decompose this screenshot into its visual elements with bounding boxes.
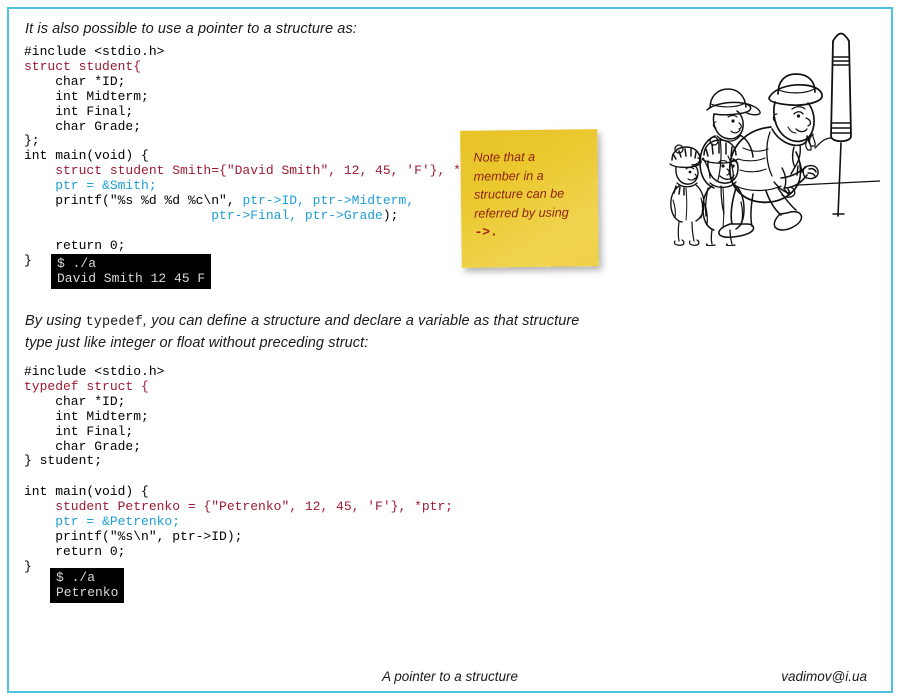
code-span: } student; xyxy=(24,453,103,469)
code-line: student Petrenko = {"Petrenko", 12, 45, … xyxy=(24,498,454,515)
sticky-note-line-4: referred by using xyxy=(474,205,569,221)
code-span: struct student Smith={"David Smith", 12,… xyxy=(24,163,493,179)
code-line: return 0; xyxy=(24,237,492,254)
code-line: #include <stdio.h> xyxy=(24,364,165,380)
code-span: } xyxy=(24,252,32,268)
code-block-typedef-struct: #include <stdio.h> typedef struct { char … xyxy=(24,364,165,469)
code-line: int Final; xyxy=(24,103,492,120)
code-span: char *ID; xyxy=(24,73,126,89)
code-span: char Grade; xyxy=(24,118,142,134)
code-span: char Grade; xyxy=(24,438,142,454)
terminal-output-petrenko: $ ./a Petrenko xyxy=(50,568,125,603)
sticky-note: Note that a member in a structure can be… xyxy=(460,129,599,268)
intro-paragraph: It is also possible to use a pointer to … xyxy=(25,21,357,37)
terminal-result: David Smith 12 45 F xyxy=(57,271,206,286)
sticky-note-text: Note that a member in a structure can be… xyxy=(473,147,586,242)
code-span: ptr = &Petrenko; xyxy=(24,513,181,529)
code-line: return 0; xyxy=(24,543,453,560)
terminal-command: $ ./a xyxy=(57,256,97,271)
code-span: int main(void) { xyxy=(24,484,149,499)
code-span: int main(void) { xyxy=(24,148,149,164)
code-line: typedef struct { xyxy=(24,378,164,395)
code-line: struct student Smith={"David Smith", 12,… xyxy=(24,163,493,179)
code-line: ptr->Final, ptr->Grade); xyxy=(24,207,492,224)
code-line: int Final; xyxy=(24,423,164,440)
code-line: char Grade; xyxy=(24,438,164,455)
slide-canvas: It is also possible to use a pointer to … xyxy=(0,0,900,700)
code-line: int Midterm; xyxy=(24,88,492,105)
code-span: printf("%s %d %d %c\n", xyxy=(24,193,243,209)
sticky-note-arrow-operator: ->. xyxy=(474,224,498,240)
code-line: } student; xyxy=(24,453,164,469)
sticky-note-line-1: Note that a xyxy=(473,149,536,165)
code-span: int Midterm; xyxy=(24,408,149,424)
code-span: #include <stdio.h> xyxy=(24,44,165,59)
code-span: student Petrenko = {"Petrenko", 12, 45, … xyxy=(24,498,454,514)
code-span: return 0; xyxy=(24,543,126,559)
sticky-note-line-3: structure can be xyxy=(473,186,565,202)
code-span: int Final; xyxy=(24,103,134,119)
sticky-note-line-2: member in a xyxy=(473,168,544,184)
code-line: int Midterm; xyxy=(24,408,164,425)
code-span: int Midterm; xyxy=(24,88,149,104)
code-span: char *ID; xyxy=(24,393,126,409)
code-span: int Final; xyxy=(24,423,134,439)
firework-cartoon-illustration xyxy=(648,28,881,247)
code-line: printf("%s %d %d %c\n", ptr->ID, ptr->Mi… xyxy=(24,193,492,209)
code-line: }; xyxy=(24,133,492,149)
code-line: int main(void) { xyxy=(24,148,492,164)
code-span: ptr = &Smith; xyxy=(24,178,157,194)
code-line: ptr = &Petrenko; xyxy=(24,513,453,530)
code-span: #include <stdio.h> xyxy=(24,364,165,379)
code-line: printf("%s\n", ptr->ID); xyxy=(24,528,453,545)
code-line: ptr = &Smith; xyxy=(24,178,492,194)
terminal-output-david-smith: $ ./a David Smith 12 45 F xyxy=(51,254,212,289)
code-span: typedef struct { xyxy=(24,378,149,394)
code-line: char *ID; xyxy=(24,73,492,90)
typedef-paragraph-before: By using xyxy=(25,313,86,329)
code-span: ptr->ID, ptr->Midterm, xyxy=(242,193,415,209)
code-span: ptr->Final, ptr->Grade xyxy=(211,207,383,223)
footer-email: vadimov@i.ua xyxy=(781,669,867,684)
code-block-typedef-main: int main(void) { student Petrenko = {"Pe… xyxy=(24,484,454,574)
code-span: struct student{ xyxy=(24,58,142,74)
typedef-keyword: typedef xyxy=(85,315,143,330)
footer-title: A pointer to a structure xyxy=(381,669,519,684)
code-span: return 0; xyxy=(24,237,126,253)
code-span: printf("%s\n", ptr->ID); xyxy=(24,528,243,544)
code-line: char Grade; xyxy=(24,118,492,135)
code-block-struct-pointer: #include <stdio.h> struct student{ char *… xyxy=(24,44,493,269)
typedef-paragraph: By using typedef, you can define a struc… xyxy=(25,311,585,353)
code-line: char *ID; xyxy=(24,393,164,410)
code-span xyxy=(24,208,211,223)
code-span: ); xyxy=(382,207,399,223)
code-line: struct student{ xyxy=(24,58,492,75)
code-span: } xyxy=(24,558,32,574)
code-line: int main(void) { xyxy=(24,484,453,500)
terminal-command: $ ./a xyxy=(56,570,96,585)
terminal-result: Petrenko xyxy=(56,585,119,600)
code-span: }; xyxy=(24,133,40,149)
code-line: #include <stdio.h> xyxy=(24,44,492,60)
